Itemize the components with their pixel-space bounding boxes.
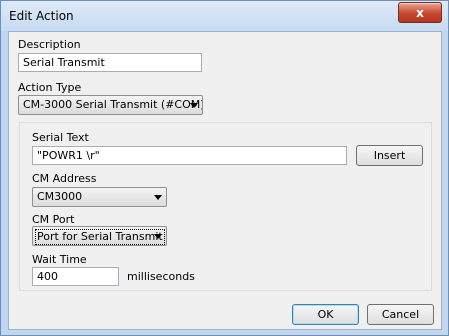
action-type-select[interactable]: CM-3000 Serial Transmit (#COM) xyxy=(18,95,203,115)
action-type-label: Action Type xyxy=(18,81,82,94)
chevron-down-icon xyxy=(154,195,162,200)
cm-port-label: CM Port xyxy=(32,213,75,226)
cm-address-select[interactable]: CM3000 xyxy=(32,187,167,207)
action-settings-group: Serial Text "POWR1 \r" Insert CM Address… xyxy=(19,122,432,291)
wait-time-label: Wait Time xyxy=(32,253,87,266)
description-input[interactable]: Serial Transmit xyxy=(18,53,202,72)
close-button[interactable]: x xyxy=(398,2,442,23)
serial-text-label: Serial Text xyxy=(32,131,89,144)
ok-button-label: OK xyxy=(317,308,334,321)
wait-time-input[interactable]: 400 xyxy=(32,267,119,286)
cm-port-value: Port for Serial Transmit xyxy=(35,229,165,245)
description-label: Description xyxy=(18,38,81,51)
cancel-button-label: Cancel xyxy=(381,308,420,321)
edit-action-dialog: Edit Action x Description Serial Transmi… xyxy=(0,0,449,336)
cm-address-label: CM Address xyxy=(32,172,97,185)
title-bar[interactable]: Edit Action x xyxy=(1,1,448,31)
insert-button-label: Insert xyxy=(373,149,406,162)
chevron-down-icon xyxy=(154,234,162,239)
dialog-title: Edit Action xyxy=(9,9,74,23)
cm-address-value: CM3000 xyxy=(37,190,83,203)
chevron-down-icon xyxy=(190,103,198,108)
action-type-value: CM-3000 Serial Transmit (#COM) xyxy=(23,98,203,111)
serial-text-input[interactable]: "POWR1 \r" xyxy=(32,146,347,165)
close-icon: x xyxy=(416,5,424,20)
cancel-button[interactable]: Cancel xyxy=(367,304,434,325)
wait-time-unit: milliseconds xyxy=(127,270,195,283)
insert-button[interactable]: Insert xyxy=(356,145,423,166)
cm-port-select[interactable]: Port for Serial Transmit xyxy=(32,226,167,246)
ok-button[interactable]: OK xyxy=(292,304,359,325)
dialog-body: Description Serial Transmit Action Type … xyxy=(8,31,442,330)
